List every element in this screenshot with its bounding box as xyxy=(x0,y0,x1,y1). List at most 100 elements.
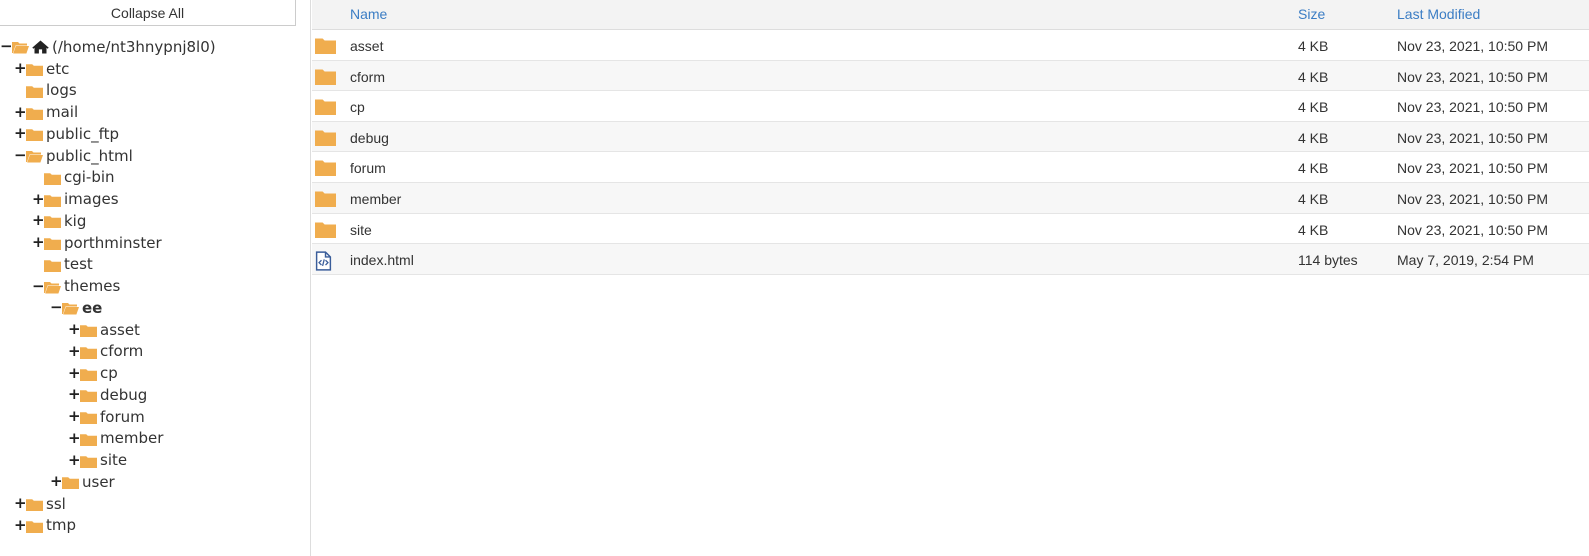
file-name: cp xyxy=(350,99,365,116)
tree-node-label[interactable]: kig xyxy=(64,212,86,230)
tree-node-porthminster[interactable]: + porthminster xyxy=(0,232,310,254)
expand-toggle-icon[interactable]: + xyxy=(50,474,63,489)
file-name: member xyxy=(350,190,402,207)
tree-node-tmp[interactable]: + tmp xyxy=(0,515,310,537)
tree-node-user[interactable]: + user xyxy=(0,471,310,493)
expand-toggle-icon[interactable]: + xyxy=(68,365,81,381)
tree-node-logs[interactable]: logs xyxy=(0,80,310,102)
home-icon xyxy=(32,40,49,54)
tree-node-label[interactable]: member xyxy=(100,429,163,447)
file-size: 4 KB xyxy=(1298,160,1329,177)
folder-tree: − (/home/nt3hnypnj8l0) + etc logs + mail + publi… xyxy=(0,36,310,536)
tree-node-label[interactable]: cgi-bin xyxy=(64,168,115,186)
tree-node-label[interactable]: public_html xyxy=(46,147,133,165)
folder-icon xyxy=(80,345,97,359)
tree-node-label[interactable]: (/home/nt3hnypnj8l0) xyxy=(52,38,216,56)
tree-node-label[interactable]: public_ftp xyxy=(46,125,119,143)
file-row[interactable]: site 4 KB Nov 23, 2021, 10:50 PM xyxy=(312,214,1589,245)
expand-toggle-icon[interactable]: + xyxy=(68,430,81,446)
expand-toggle-icon[interactable]: + xyxy=(14,496,27,511)
expand-toggle-icon[interactable]: + xyxy=(68,322,81,337)
tree-node-cgi-bin[interactable]: cgi-bin xyxy=(0,167,310,189)
file-last-modified: Nov 23, 2021, 10:50 PM xyxy=(1397,129,1548,146)
collapse-toggle-icon[interactable]: − xyxy=(14,148,27,163)
file-last-modified: May 7, 2019, 2:54 PM xyxy=(1397,252,1534,269)
tree-node-member[interactable]: + member xyxy=(0,428,310,450)
expand-toggle-icon[interactable]: + xyxy=(68,409,81,424)
tree-node-label[interactable]: ee xyxy=(82,299,102,317)
file-row[interactable]: asset 4 KB Nov 23, 2021, 10:50 PM xyxy=(312,30,1589,61)
collapse-all-button[interactable]: Collapse All xyxy=(0,0,296,26)
tree-node-mail[interactable]: + mail xyxy=(0,101,310,123)
tree-node-ee[interactable]: − ee xyxy=(0,297,310,319)
tree-node-label[interactable]: mail xyxy=(46,103,78,121)
tree-node-label[interactable]: cp xyxy=(100,364,118,382)
tree-node-public-ftp[interactable]: + public_ftp xyxy=(0,123,310,145)
file-row[interactable]: member 4 KB Nov 23, 2021, 10:50 PM xyxy=(312,182,1589,214)
expand-toggle-icon[interactable]: + xyxy=(14,61,27,76)
collapse-toggle-icon[interactable]: − xyxy=(50,300,63,315)
file-row[interactable]: forum 4 KB Nov 23, 2021, 10:50 PM xyxy=(312,152,1589,183)
tree-node-forum[interactable]: + forum xyxy=(0,406,310,428)
tree-node-label[interactable]: etc xyxy=(46,60,69,78)
tree-node-site[interactable]: + site xyxy=(0,449,310,471)
tree-node-ssl[interactable]: + ssl xyxy=(0,493,310,515)
expand-toggle-icon[interactable]: + xyxy=(68,387,81,402)
tree-node-label[interactable]: user xyxy=(82,473,115,491)
tree-node-debug[interactable]: + debug xyxy=(0,384,310,406)
column-header-size[interactable]: Size xyxy=(1298,6,1325,22)
folder-tree-panel: Collapse All − (/home/nt3hnypnj8l0) + etc lo… xyxy=(0,0,311,556)
file-row[interactable]: index.html 114 bytes May 7, 2019, 2:54 PM xyxy=(312,244,1589,275)
file-row[interactable]: debug 4 KB Nov 23, 2021, 10:50 PM xyxy=(312,121,1589,153)
folder-icon xyxy=(80,454,97,468)
tree-node-kig[interactable]: + kig xyxy=(0,210,310,232)
expand-toggle-icon[interactable]: + xyxy=(32,191,45,207)
file-last-modified: Nov 23, 2021, 10:50 PM xyxy=(1397,190,1548,207)
tree-node-test[interactable]: test xyxy=(0,254,310,276)
tree-node-themes[interactable]: − themes xyxy=(0,275,310,297)
file-size: 4 KB xyxy=(1298,99,1329,116)
expand-toggle-icon[interactable]: + xyxy=(68,452,81,468)
collapse-toggle-icon[interactable]: − xyxy=(0,39,13,54)
tree-node-label[interactable]: test xyxy=(64,255,93,273)
tree-node-label[interactable]: site xyxy=(100,451,127,469)
folder-icon xyxy=(315,159,336,177)
file-row[interactable]: cp 4 KB Nov 23, 2021, 10:50 PM xyxy=(312,91,1589,122)
expand-toggle-icon[interactable]: + xyxy=(32,213,45,228)
tree-node-public-html[interactable]: − public_html xyxy=(0,145,310,167)
collapse-toggle-icon[interactable]: − xyxy=(32,278,45,294)
tree-node-label[interactable]: themes xyxy=(64,277,120,295)
tree-node-label[interactable]: debug xyxy=(100,386,147,404)
expand-toggle-icon[interactable]: + xyxy=(14,104,27,120)
tree-node-label[interactable]: logs xyxy=(46,81,77,99)
tree-node-home-nt3hnypnj8l0[interactable]: − (/home/nt3hnypnj8l0) xyxy=(0,36,310,58)
folder-icon xyxy=(80,388,97,403)
expand-toggle-icon[interactable]: + xyxy=(14,126,27,141)
column-header-name[interactable]: Name xyxy=(350,6,387,22)
tree-node-images[interactable]: + images xyxy=(0,188,310,210)
tree-node-asset[interactable]: + asset xyxy=(0,319,310,341)
file-size: 4 KB xyxy=(1298,129,1329,146)
folder-icon xyxy=(315,98,336,116)
column-header-last-modified[interactable]: Last Modified xyxy=(1397,6,1480,22)
tree-node-label[interactable]: tmp xyxy=(46,516,76,534)
file-last-modified: Nov 23, 2021, 10:50 PM xyxy=(1397,68,1548,85)
tree-node-cp[interactable]: + cp xyxy=(0,362,310,384)
file-last-modified: Nov 23, 2021, 10:50 PM xyxy=(1397,99,1548,116)
tree-node-label[interactable]: forum xyxy=(100,408,145,426)
file-name: forum xyxy=(350,160,386,177)
file-row[interactable]: cform 4 KB Nov 23, 2021, 10:50 PM xyxy=(312,60,1589,92)
expand-toggle-icon[interactable]: + xyxy=(14,517,27,533)
folder-open-icon xyxy=(12,40,29,54)
tree-node-label[interactable]: cform xyxy=(100,342,143,360)
folder-icon xyxy=(44,193,61,207)
tree-node-etc[interactable]: + etc xyxy=(0,58,310,80)
tree-node-label[interactable]: asset xyxy=(100,321,140,339)
tree-node-cform[interactable]: + cform xyxy=(0,341,310,363)
tree-node-label[interactable]: images xyxy=(64,190,119,208)
tree-node-label[interactable]: porthminster xyxy=(64,234,162,252)
folder-icon xyxy=(315,37,336,54)
expand-toggle-icon[interactable]: + xyxy=(68,343,81,359)
tree-node-label[interactable]: ssl xyxy=(46,495,66,513)
expand-toggle-icon[interactable]: + xyxy=(32,235,45,250)
